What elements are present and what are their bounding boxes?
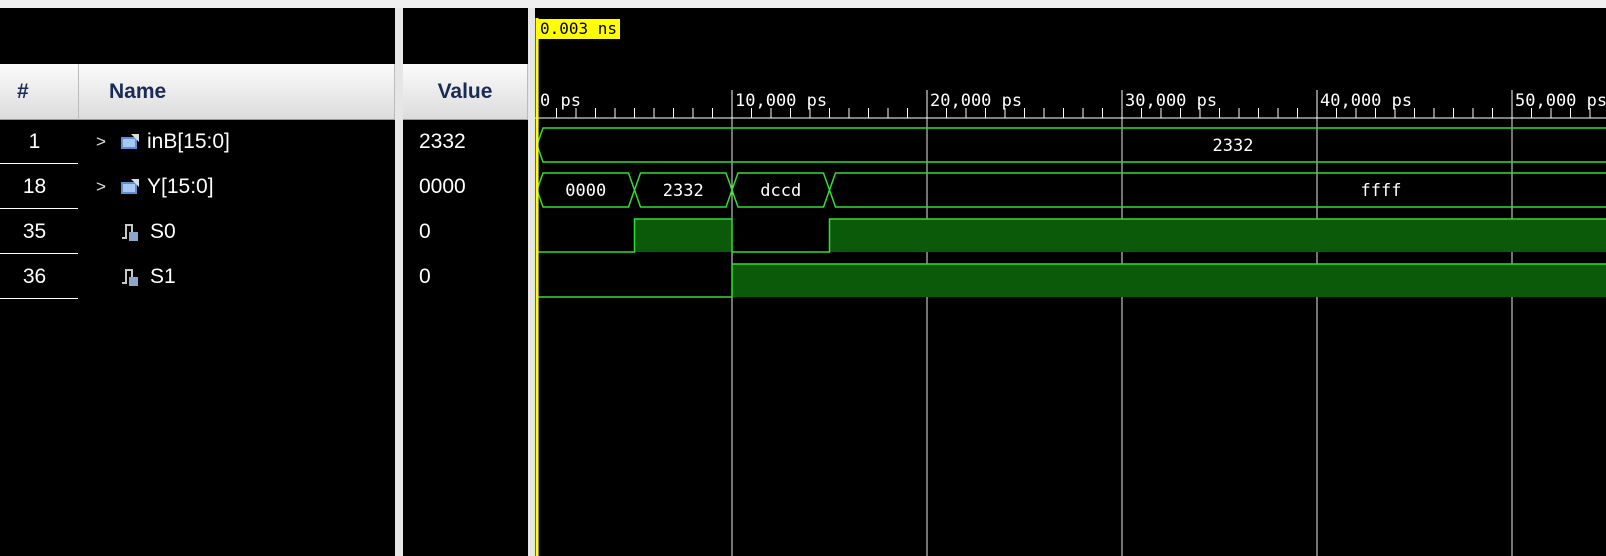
signal-row-Y[interactable]: > Y[15:0] — [96, 165, 386, 209]
signal-number: 36 — [22, 265, 47, 288]
signal-row-S0[interactable]: S0 — [96, 210, 386, 254]
column-header-name[interactable]: Name — [79, 64, 395, 120]
name-value-splitter[interactable] — [395, 8, 403, 556]
S0-wave-high-fill — [634, 219, 732, 252]
signal-value: 2332 — [419, 130, 466, 153]
inB-wave-segment — [536, 127, 1606, 163]
time-tick-label: 0 ps — [540, 91, 581, 111]
time-tick-label: 50,000 ps — [1515, 91, 1606, 111]
inB-wave-value-label: 2332 — [1213, 136, 1254, 156]
signal-number: 35 — [22, 220, 47, 243]
Y-wave-value-label: 2332 — [663, 181, 704, 201]
signal-value: 0 — [419, 265, 431, 288]
column-header-name-label: Name — [109, 79, 167, 103]
time-tick-label: 30,000 ps — [1125, 91, 1217, 111]
bit-signal-icon — [120, 267, 140, 287]
signal-number: 18 — [22, 175, 47, 198]
signal-name: inB[15:0] — [147, 130, 230, 153]
row-divider — [0, 163, 78, 164]
signal-value: 0000 — [419, 175, 466, 198]
signal-name: S1 — [150, 265, 176, 288]
Y-wave-segment — [828, 172, 1606, 208]
column-header-number[interactable]: # — [0, 64, 79, 120]
column-header-value-label: Value — [437, 79, 493, 103]
waveform-splitter[interactable] — [528, 8, 535, 556]
chevron-right-icon[interactable]: > — [96, 132, 120, 152]
window-top-edge — [0, 0, 1606, 8]
Y-wave-value-label: 0000 — [565, 181, 606, 201]
signal-value: 0 — [419, 220, 431, 243]
row-divider — [0, 208, 78, 209]
chevron-right-icon[interactable]: > — [96, 177, 120, 197]
bus-signal-icon — [120, 133, 140, 151]
cursor-time-label[interactable]: 0.003 ns — [537, 19, 621, 39]
time-tick-label: 40,000 ps — [1320, 91, 1412, 111]
column-header-number-label: # — [17, 79, 29, 103]
S1-wave-high-fill — [732, 264, 1606, 297]
signal-name: S0 — [150, 220, 176, 243]
S0-wave-high-fill — [829, 219, 1606, 252]
row-divider — [0, 253, 78, 254]
signal-row-inB[interactable]: > inB[15:0] — [96, 120, 386, 164]
column-header-value[interactable]: Value — [403, 64, 528, 120]
row-divider — [0, 298, 78, 299]
signal-name: Y[15:0] — [147, 175, 214, 198]
Y-wave-value-label: ffff — [1361, 181, 1402, 201]
waveform-view[interactable]: 0 ps 10,000 ps 20,000 ps 30,000 ps 40,000 ps… — [535, 8, 1606, 556]
time-tick-label: 20,000 ps — [930, 91, 1022, 111]
time-tick-label: 10,000 ps — [735, 91, 827, 111]
Y-wave-value-label: dccd — [760, 181, 801, 201]
bit-signal-icon — [120, 222, 140, 242]
bus-signal-icon — [120, 178, 140, 196]
signal-number: 1 — [28, 130, 41, 153]
signal-row-S1[interactable]: S1 — [96, 255, 386, 299]
